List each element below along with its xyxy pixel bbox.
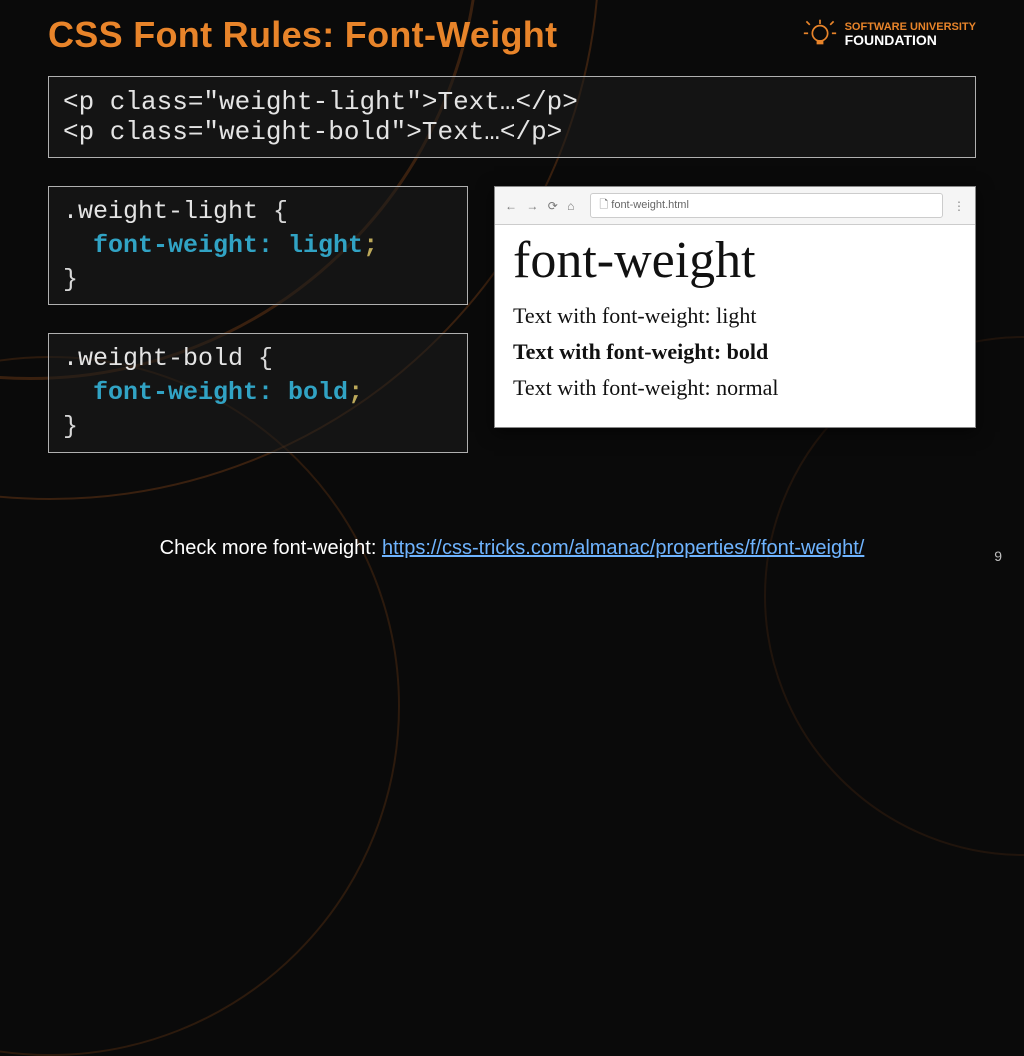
preview-heading: font-weight — [513, 235, 957, 287]
browser-toolbar: ← → ⟳ ⌂ 🗋 font-weight.html ⋮ — [495, 187, 975, 225]
code-line-2: <p class="weight-bold">Text…</p> — [63, 117, 961, 147]
css-prop-bold: font-weight: — [93, 378, 273, 407]
css-prop-light: font-weight: — [93, 231, 273, 260]
css-sel-light: .weight-light — [63, 197, 258, 226]
preview-bold: Text with font-weight: bold — [513, 339, 957, 365]
address-bar[interactable]: 🗋 font-weight.html — [590, 193, 943, 218]
logo-text-2: FOUNDATION — [845, 33, 976, 48]
lightbulb-icon — [803, 18, 837, 52]
footer-link[interactable]: https://css-tricks.com/almanac/propertie… — [382, 537, 864, 559]
footer-text: Check more font-weight: https://css-tric… — [0, 537, 1024, 560]
page-icon: 🗋 — [599, 199, 608, 211]
browser-preview: ← → ⟳ ⌂ 🗋 font-weight.html ⋮ font-weight… — [494, 186, 976, 428]
css-code-light: .weight-light { font-weight: light; } — [48, 186, 468, 305]
nav-home-icon[interactable]: ⌂ — [567, 199, 574, 213]
html-code-box: <p class="weight-light">Text…</p> <p cla… — [48, 76, 976, 158]
brand-logo: SOFTWARE UNIVERSITY FOUNDATION — [803, 18, 976, 52]
css-code-bold: .weight-bold { font-weight: bold; } — [48, 333, 468, 452]
nav-reload-icon[interactable]: ⟳ — [548, 199, 558, 213]
slide-title: CSS Font Rules: Font-Weight — [48, 14, 557, 56]
menu-icon[interactable]: ⋮ — [953, 199, 965, 213]
page-number: 9 — [994, 548, 1002, 564]
nav-back-icon[interactable]: ← — [505, 199, 517, 213]
url-text: font-weight.html — [611, 199, 689, 211]
preview-light: Text with font-weight: light — [513, 303, 957, 329]
nav-forward-icon[interactable]: → — [526, 199, 538, 213]
css-sel-bold: .weight-bold — [63, 344, 243, 373]
code-line-1: <p class="weight-light">Text…</p> — [63, 87, 961, 117]
preview-normal: Text with font-weight: normal — [513, 375, 957, 401]
